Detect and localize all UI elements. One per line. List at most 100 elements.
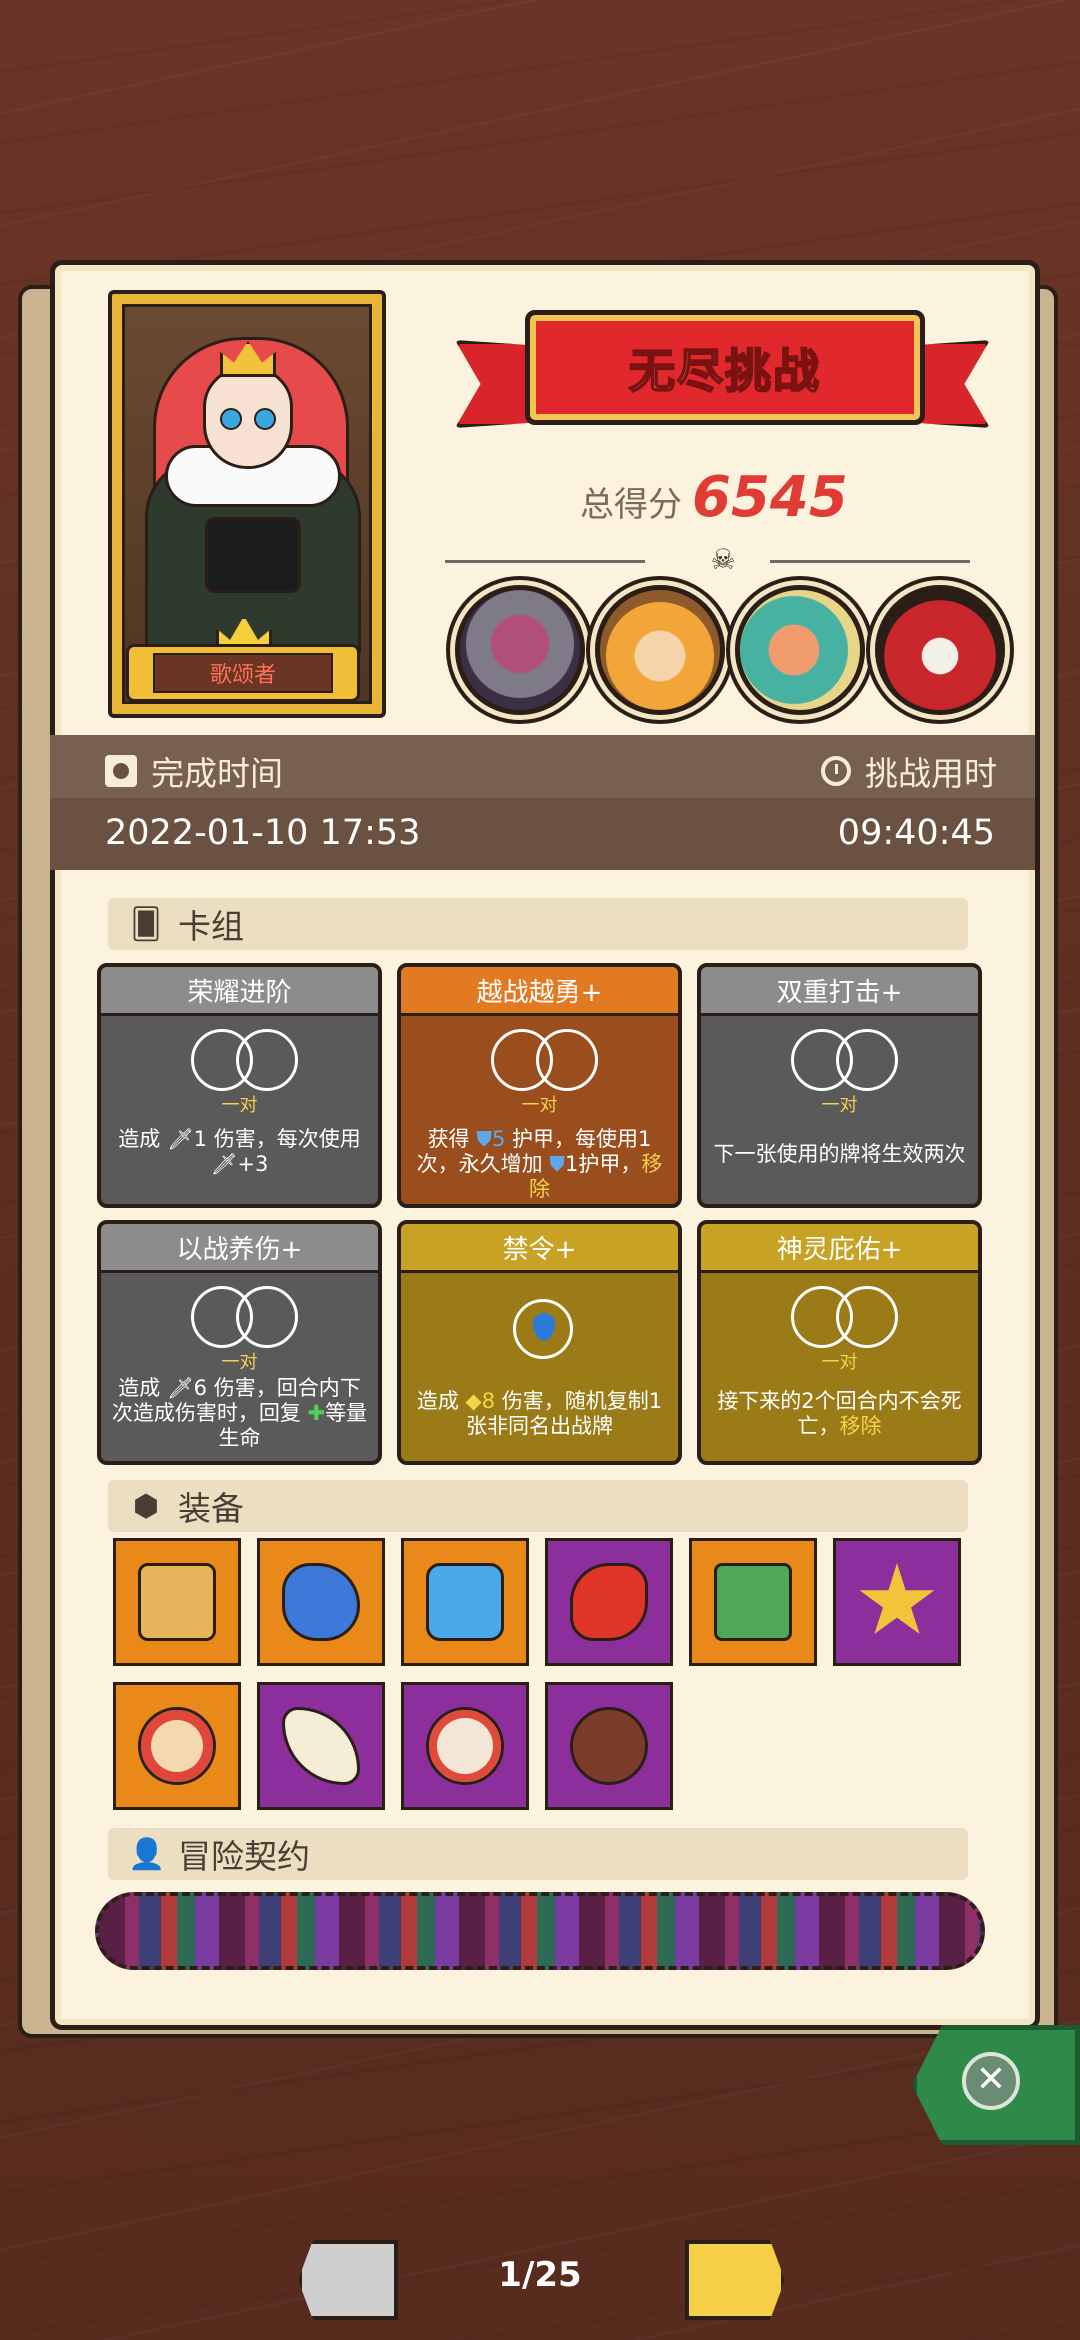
challenge-time-label: 挑战用时: [821, 747, 997, 795]
divider-right: [770, 560, 970, 563]
score-value: 6545: [692, 465, 848, 530]
card-description: 获得 ⛊5 护甲，每使用1次，永久增加 ⛊1护甲，移除: [416, 1127, 663, 1201]
card-description: 造成 🗡1 伤害，每次使用 🗡+3: [118, 1127, 361, 1176]
card-description: 造成 ◆8 伤害，随机复制1张非同名出战牌: [416, 1389, 663, 1438]
contract-title: 冒险契约: [178, 1837, 310, 1876]
sword-icon: 🗡: [210, 1152, 238, 1176]
equipment-slot[interactable]: [545, 1682, 673, 1810]
card-title: 荣耀进阶: [101, 967, 378, 1016]
card-pair-label: 一对: [221, 1095, 258, 1116]
sword-icon: 🗡: [166, 1127, 194, 1151]
deck-card[interactable]: 禁令+ 造成 ◆8 伤害，随机复制1张非同名出战牌: [397, 1220, 682, 1465]
hero-eye-left: [220, 408, 242, 430]
water-drop-icon: [513, 1299, 573, 1359]
heal-icon: ✚: [307, 1401, 326, 1425]
film-icon: [105, 755, 137, 787]
pair-icon: [791, 1286, 898, 1348]
cards-icon: 🂠: [130, 906, 162, 942]
complete-time-text: 完成时间: [151, 754, 283, 793]
card-pair-label: 一对: [821, 1352, 858, 1373]
challenge-time-value: 09:40:45: [837, 813, 995, 853]
equipment-title: 装备: [178, 1489, 244, 1528]
mask-icon: [426, 1707, 504, 1785]
card-title: 禁令+: [401, 1224, 678, 1273]
hero-face: [203, 367, 293, 469]
hero-name: 歌颂者: [153, 653, 333, 693]
equipment-slot[interactable]: [833, 1538, 961, 1666]
deck-card[interactable]: 越战越勇+ 一对 获得 ⛊5 护甲，每使用1次，永久增加 ⛊1护甲，移除: [397, 963, 682, 1208]
page-indicator: 1/25: [498, 2255, 582, 2295]
next-page-button[interactable]: [685, 2240, 785, 2320]
deck-card[interactable]: 荣耀进阶 一对 造成 🗡1 伤害，每次使用 🗡+3: [97, 963, 382, 1208]
pair-icon: [191, 1029, 298, 1091]
hero-nameplate: 歌颂者: [126, 644, 360, 702]
hero-portrait: 歌颂者: [108, 290, 386, 718]
equipment-slot[interactable]: [401, 1538, 529, 1666]
card-description: 造成 🗡6 伤害，回合内下次造成伤害时，回复 ✚等量生命: [111, 1376, 368, 1450]
contract-icons-strip[interactable]: [95, 1892, 985, 1970]
shield-icon: ⛊: [549, 1152, 566, 1176]
equipment-section-header: ⬢ 装备: [108, 1480, 968, 1532]
equipment-slot[interactable]: [113, 1682, 241, 1810]
boss-portrait[interactable]: [875, 585, 1005, 715]
boss-portrait[interactable]: [595, 585, 725, 715]
hero-eye-right: [254, 408, 276, 430]
sword-icon: 🗡: [166, 1376, 194, 1400]
diamond-icon: ◆: [465, 1389, 482, 1413]
banner-ribbon: 无尽挑战: [525, 310, 925, 425]
contract-section-header: 👤 冒险契约: [108, 1828, 968, 1880]
card-description: 下一张使用的牌将生效两次: [713, 1142, 966, 1166]
card-description: 接下来的2个回合内不会死亡，移除: [717, 1389, 962, 1438]
complete-time-label: 完成时间: [105, 747, 283, 795]
card-pair-label: 一对: [221, 1352, 258, 1373]
shield-icon: ⛊: [476, 1127, 492, 1151]
equipment-slot[interactable]: [257, 1682, 385, 1810]
challenge-time-text: 挑战用时: [865, 754, 997, 793]
equipment-slot[interactable]: [113, 1538, 241, 1666]
deck-title: 卡组: [178, 907, 244, 946]
gold-badge-icon: [859, 1563, 935, 1634]
total-score: 总得分 6545: [580, 465, 848, 530]
close-icon[interactable]: ✕: [962, 2052, 1020, 2110]
boss-portrait[interactable]: [735, 585, 865, 715]
button-icon: [570, 1707, 648, 1785]
boss-portrait[interactable]: [455, 585, 585, 715]
skull-icon: ☠: [710, 543, 736, 576]
pair-icon: [491, 1029, 598, 1091]
card-pair-label: 一对: [521, 1095, 558, 1116]
pair-icon: [791, 1029, 898, 1091]
lion-ring-icon: [138, 1563, 216, 1641]
equipment-slot[interactable]: [401, 1682, 529, 1810]
card-title: 越战越勇+: [401, 967, 678, 1016]
person-icon: 👤: [128, 1836, 166, 1872]
deck-card[interactable]: 以战养伤+ 一对 造成 🗡6 伤害，回合内下次造成伤害时，回复 ✚等量生命: [97, 1220, 382, 1465]
banner-title: 无尽挑战: [628, 343, 821, 399]
green-tablet-icon: [714, 1563, 792, 1641]
pair-icon: [191, 1286, 298, 1348]
crystal-shield-icon: [426, 1563, 504, 1641]
claw-icon: [282, 1707, 360, 1785]
hero-outfit: [205, 517, 301, 593]
cube-icon: ⬢: [132, 1488, 160, 1524]
card-title: 以战养伤+: [101, 1224, 378, 1273]
time-bar: 完成时间 挑战用时 2022-01-10 17:53 09:40:45: [50, 735, 1035, 870]
endless-challenge-banner: 无尽挑战: [455, 300, 990, 450]
deck-card[interactable]: 双重打击+ 一对 下一张使用的牌将生效两次: [697, 963, 982, 1208]
equipment-slot[interactable]: [545, 1538, 673, 1666]
blue-stone-icon: [282, 1563, 360, 1641]
divider-left: [445, 560, 645, 563]
equipment-slot[interactable]: [257, 1538, 385, 1666]
card-title: 神灵庇佑+: [701, 1224, 978, 1273]
complete-time-value: 2022-01-10 17:53: [105, 813, 421, 853]
red-creature-icon: [570, 1563, 648, 1641]
stopwatch-icon: [821, 756, 851, 786]
score-label: 总得分: [580, 485, 682, 525]
medallion-icon: [138, 1707, 216, 1785]
equipment-slot[interactable]: [689, 1538, 817, 1666]
defeated-bosses: [455, 585, 1005, 715]
deck-card[interactable]: 神灵庇佑+ 一对 接下来的2个回合内不会死亡，移除: [697, 1220, 982, 1465]
deck-section-header: 🂠 卡组: [108, 898, 968, 950]
card-pair-label: 一对: [821, 1095, 858, 1116]
card-title: 双重打击+: [701, 967, 978, 1016]
previous-page-button[interactable]: [298, 2240, 398, 2320]
